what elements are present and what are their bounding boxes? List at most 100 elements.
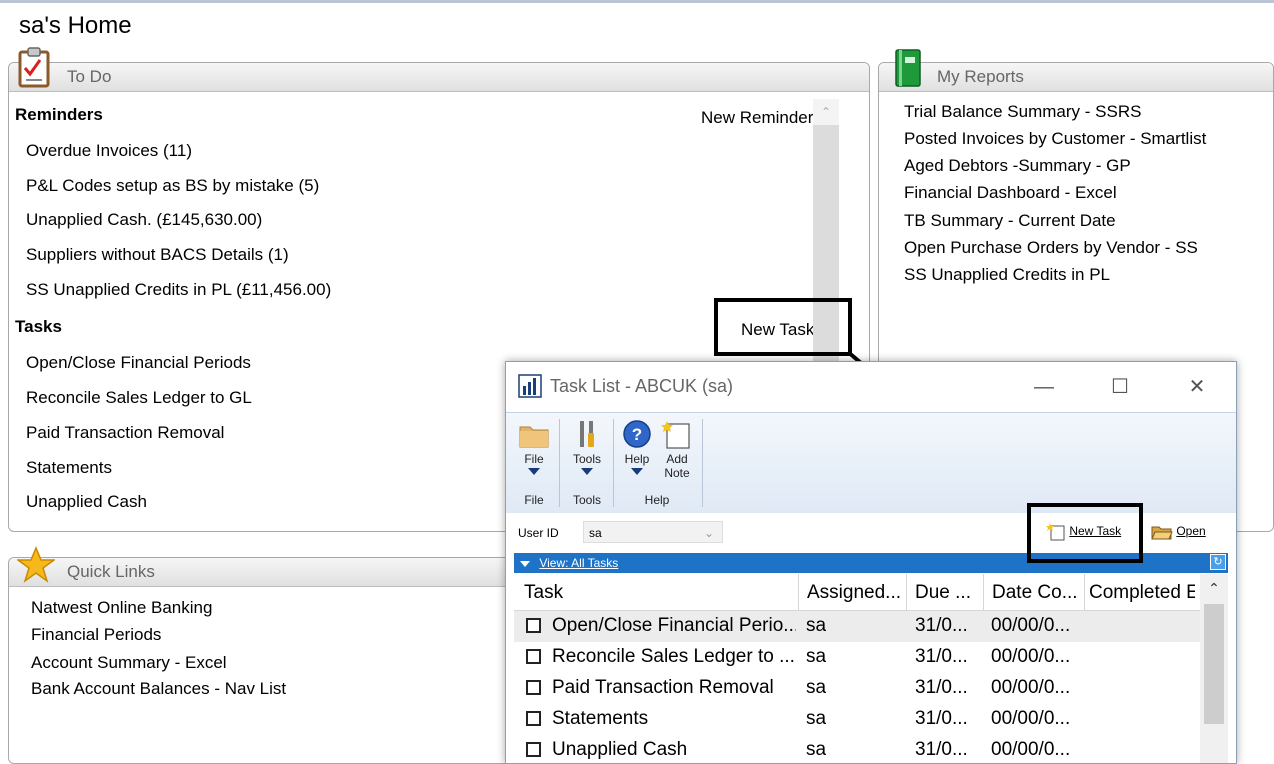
grid-scrollbar[interactable]: ⌃ [1200, 574, 1228, 763]
task-name-cell: Statements [552, 708, 649, 729]
reports-panel-title: My Reports [937, 67, 1024, 86]
table-row[interactable]: Reconcile Sales Ledger to ... sa 31/0...… [514, 642, 1200, 673]
assigned-cell: sa [806, 646, 827, 667]
quick-link-item[interactable]: Financial Periods [31, 625, 161, 645]
maximize-button[interactable]: ☐ [1097, 370, 1143, 404]
add-note-button[interactable]: Add Note [658, 419, 696, 480]
file-label: File [524, 452, 544, 466]
report-item[interactable]: Aged Debtors -Summary - GP [904, 156, 1131, 176]
date-completed-cell: 00/00/0... [991, 708, 1071, 729]
open-button[interactable]: Open [1151, 523, 1206, 541]
quick-link-item[interactable]: Bank Account Balances - Nav List [31, 679, 286, 699]
new-reminder-link[interactable]: New Reminder.. [701, 108, 822, 128]
report-item[interactable]: SS Unapplied Credits in PL [904, 265, 1110, 285]
report-item[interactable]: Open Purchase Orders by Vendor - SS [904, 238, 1198, 258]
report-item[interactable]: TB Summary - Current Date [904, 211, 1116, 231]
reminder-item[interactable]: Overdue Invoices (11) [26, 141, 192, 161]
clipboard-check-icon [18, 47, 50, 88]
table-row[interactable]: Open/Close Financial Perio... sa 31/0...… [514, 611, 1200, 642]
column-divider [983, 574, 984, 610]
column-header-assigned[interactable]: Assigned... [807, 582, 907, 604]
task-checkbox[interactable] [526, 711, 541, 726]
quick-link-item[interactable]: Natwest Online Banking [31, 598, 212, 618]
task-checkbox[interactable] [526, 742, 541, 757]
task-item[interactable]: Paid Transaction Removal [26, 423, 224, 443]
due-date-cell: 31/0... [915, 646, 968, 667]
task-checkbox[interactable] [526, 680, 541, 695]
assigned-cell: sa [806, 708, 827, 729]
file-menu-button[interactable]: File [516, 419, 552, 475]
table-row[interactable]: Paid Transaction Removal sa 31/0... 00/0… [514, 673, 1200, 704]
expand-arrow-icon [520, 560, 530, 567]
tools-label: Tools [572, 452, 601, 466]
help-label: Help [624, 452, 650, 466]
ribbon-separator [702, 419, 703, 507]
date-completed-cell: 00/00/0... [991, 646, 1071, 667]
reminders-heading: Reminders [15, 105, 103, 124]
task-item[interactable]: Unapplied Cash [26, 492, 147, 512]
reminder-item[interactable]: P&L Codes setup as BS by mistake (5) [26, 176, 319, 196]
minimize-icon: — [1034, 376, 1054, 398]
task-name-cell: Unapplied Cash [552, 739, 688, 760]
window-titlebar[interactable]: Task List - ABCUK (sa) — ☐ ✕ [506, 362, 1236, 412]
column-header-date-completed[interactable]: Date Co... [992, 582, 1084, 604]
task-name-cell: Paid Transaction Removal [552, 677, 774, 698]
scrollbar-thumb[interactable] [1204, 604, 1224, 724]
column-divider [906, 574, 907, 610]
column-header-completed-by[interactable]: Completed E [1089, 582, 1195, 604]
task-name-cell: Reconcile Sales Ledger to ... [552, 646, 795, 667]
minimize-button[interactable]: — [1021, 370, 1067, 404]
due-date-cell: 31/0... [915, 677, 968, 698]
table-row[interactable]: Unapplied Cash sa 31/0... 00/00/0... [514, 735, 1200, 763]
column-header-due[interactable]: Due ... [915, 582, 983, 604]
ribbon: File Tools ? Help Add Note File Tools He… [506, 412, 1236, 514]
open-label: Open [1176, 524, 1206, 539]
reminder-item[interactable]: Unapplied Cash. (£145,630.00) [26, 210, 262, 230]
dropdown-arrow-icon [631, 468, 643, 475]
refresh-icon[interactable]: ↻ [1210, 554, 1226, 570]
group-label-help: Help [644, 493, 670, 507]
window-title: Task List - ABCUK (sa) [550, 376, 734, 396]
group-label-file: File [524, 493, 544, 507]
chevron-down-icon: ⌄ [703, 526, 714, 540]
add-note-label: Note [664, 466, 690, 480]
svg-text:?: ? [632, 425, 642, 444]
assigned-cell: sa [806, 739, 827, 760]
task-item[interactable]: Statements [26, 458, 112, 478]
scroll-up-icon[interactable]: ⌃ [1200, 580, 1228, 597]
task-checkbox[interactable] [526, 649, 541, 664]
reports-panel-header[interactable]: My Reports [879, 63, 1273, 92]
dropdown-arrow-icon [581, 468, 593, 475]
report-item[interactable]: Trial Balance Summary - SSRS [904, 102, 1141, 122]
due-date-cell: 31/0... [915, 615, 968, 636]
folder-icon [519, 426, 549, 448]
table-row[interactable]: Statements sa 31/0... 00/00/0... [514, 704, 1200, 735]
help-menu-button[interactable]: ? Help [619, 419, 655, 475]
dropdown-arrow-icon [528, 468, 540, 475]
report-item[interactable]: Posted Invoices by Customer - Smartlist [904, 129, 1206, 149]
task-item[interactable]: Open/Close Financial Periods [26, 353, 251, 373]
group-label-tools: Tools [572, 493, 601, 507]
task-name-cell: Open/Close Financial Perio... [552, 615, 796, 636]
app-chart-icon [518, 374, 542, 398]
close-button[interactable]: ✕ [1174, 370, 1220, 404]
assigned-cell: sa [806, 615, 827, 636]
ribbon-separator [559, 419, 560, 507]
assigned-cell: sa [806, 677, 827, 698]
scroll-up-icon[interactable]: ⌃ [813, 99, 839, 125]
column-divider [1084, 574, 1085, 610]
reminder-item[interactable]: Suppliers without BACS Details (1) [26, 245, 289, 265]
user-id-label: User ID [518, 526, 559, 540]
column-header-task[interactable]: Task [524, 582, 794, 604]
report-item[interactable]: Financial Dashboard - Excel [904, 183, 1117, 203]
user-id-select[interactable]: sa ⌄ [583, 521, 723, 543]
todo-panel-header[interactable]: To Do [9, 63, 869, 92]
task-item[interactable]: Reconcile Sales Ledger to GL [26, 388, 252, 408]
open-folder-icon [1151, 526, 1173, 540]
quick-link-item[interactable]: Account Summary - Excel [31, 653, 227, 673]
task-checkbox[interactable] [526, 618, 541, 633]
tools-menu-button[interactable]: Tools [568, 419, 606, 475]
ribbon-separator [613, 419, 614, 507]
reminder-item[interactable]: SS Unapplied Credits in PL (£11,456.00) [26, 280, 331, 300]
column-divider [798, 574, 799, 610]
